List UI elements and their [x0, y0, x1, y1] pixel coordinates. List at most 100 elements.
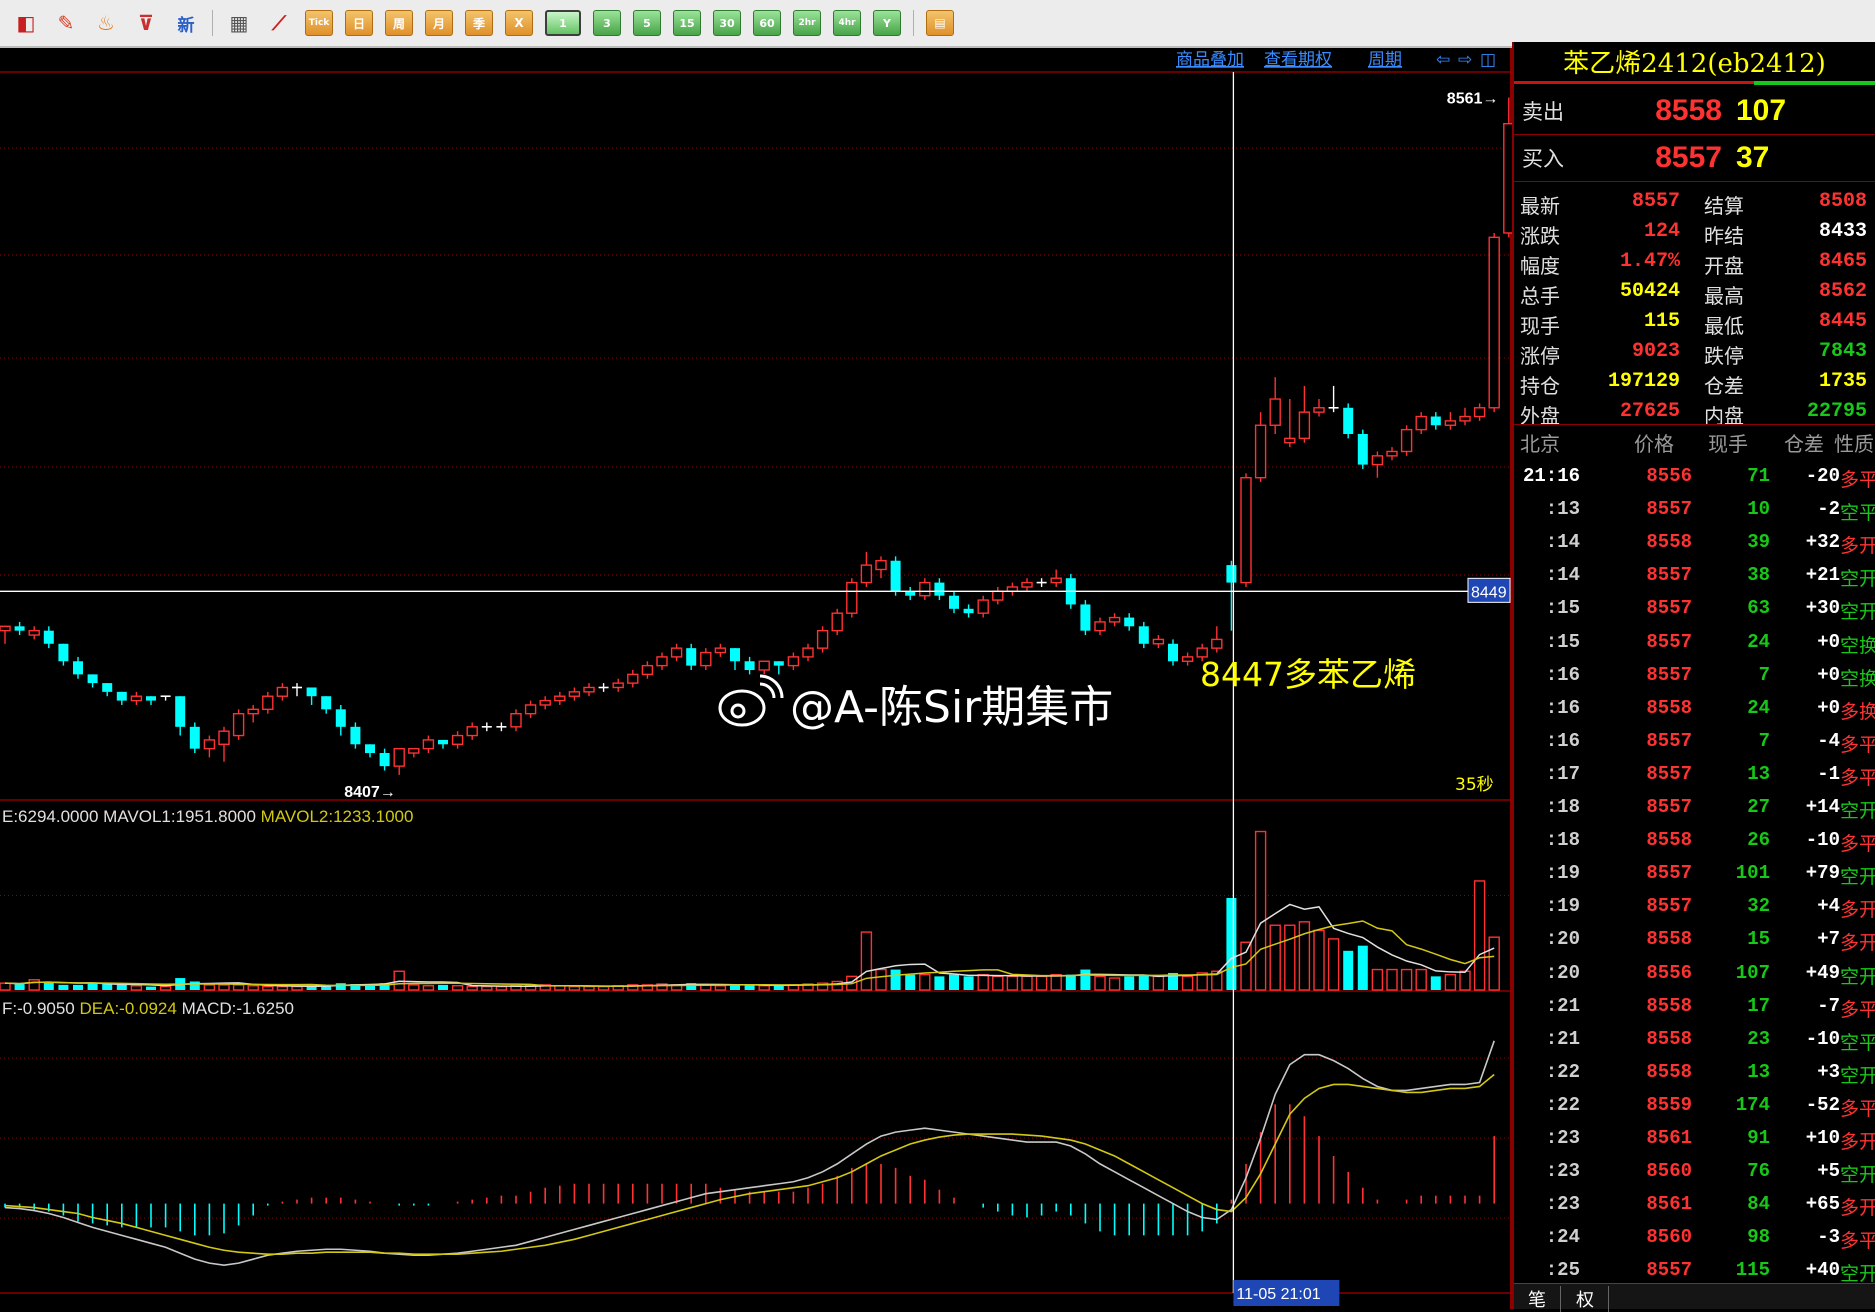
tick-oi-change: -4 [1817, 729, 1840, 752]
candle-body [1313, 407, 1325, 413]
arrow-right-icon[interactable]: ⇨ [1458, 50, 1472, 70]
volume-bar [14, 984, 25, 990]
trend-icon[interactable]: ⟋ [265, 9, 293, 37]
minute-button-3[interactable]: 3 [593, 10, 621, 36]
instrument-title[interactable]: 苯乙烯2412(eb2412) [1514, 42, 1875, 84]
stat-label: 总手 [1520, 284, 1560, 308]
candle-body [539, 699, 551, 706]
volume-bar [1035, 975, 1048, 991]
candle-body [335, 709, 346, 727]
candle-body [306, 687, 317, 697]
tick-row: :14 8558 39 +32 多开 [1514, 528, 1875, 561]
volume-bar [1050, 973, 1062, 991]
minute-button-60[interactable]: 60 [753, 10, 781, 36]
tick-row: :23 8561 91 +10 多开 [1514, 1124, 1875, 1157]
candle-body [1108, 616, 1121, 623]
tick-price: 8557 [1646, 498, 1692, 521]
tick-oi-change: +3 [1817, 1060, 1840, 1083]
candle-body [1181, 656, 1194, 662]
tick-row: :22 8558 13 +3 空开 [1514, 1058, 1875, 1091]
minute-button-4hr[interactable]: 4hr [833, 10, 861, 36]
tick-volume: 101 [1735, 862, 1770, 885]
candle-body [1386, 450, 1398, 457]
period-button-1[interactable]: 日 [345, 10, 373, 36]
period-button-0[interactable]: Tick [305, 10, 333, 36]
pencil-icon[interactable]: ✎ [52, 9, 80, 37]
volume-bar [1124, 976, 1135, 990]
arrow-left-icon[interactable]: ⇦ [1436, 50, 1450, 70]
minute-button-2hr[interactable]: 2hr [793, 10, 821, 36]
tick-price: 8556 [1646, 465, 1692, 487]
tick-price: 8557 [1646, 796, 1692, 818]
header-link-0[interactable]: 商品叠加 [1176, 50, 1244, 70]
period-button-5[interactable]: X [505, 10, 533, 36]
candle-body [1444, 420, 1457, 426]
tick-volume: 10 [1747, 498, 1770, 521]
volume-bar [408, 984, 420, 991]
ticks-header-oi: 仓差 [1784, 432, 1824, 456]
minute-button-1[interactable]: 1 [545, 10, 581, 36]
tick-volume: 84 [1747, 1193, 1770, 1216]
period-button-2[interactable]: 周 [385, 10, 413, 36]
stat-label: 最新 [1520, 194, 1560, 218]
annotation-text: 8447多苯乙烯 [1200, 655, 1416, 694]
panel-icon[interactable]: ◫ [1480, 50, 1496, 70]
tick-volume: 98 [1747, 1226, 1770, 1249]
tick-price: 8557 [1646, 729, 1692, 752]
minute-button-5[interactable]: 5 [633, 10, 661, 36]
candle-body [714, 647, 727, 654]
tick-row: :23 8561 84 +65 多开 [1514, 1190, 1875, 1223]
minute-button-30[interactable]: 30 [713, 10, 741, 36]
header-link-1[interactable]: 查看期权 [1264, 50, 1332, 70]
tick-time: :16 [1545, 663, 1580, 686]
candle-body [875, 560, 887, 571]
tick-price: 8560 [1646, 1226, 1692, 1249]
volume-bar [1240, 941, 1252, 991]
candle-body [262, 695, 274, 711]
tick-oi-change: +0 [1817, 696, 1840, 719]
header-link-2[interactable]: 周期 [1368, 50, 1402, 70]
tick-price: 8557 [1646, 762, 1692, 785]
window-icon[interactable]: ◧ [12, 9, 40, 37]
volume-bar [1094, 975, 1106, 991]
candle-body [1021, 581, 1033, 588]
tick-row: 21:16 8556 71 -20 多平 [1514, 462, 1875, 495]
ticks-header-price: 价格 [1634, 432, 1674, 456]
candle [846, 578, 858, 618]
tick-time: :13 [1545, 498, 1580, 521]
candle-body [905, 591, 916, 596]
ticks-header-type: 性质 [1834, 432, 1874, 456]
candle-body [583, 686, 595, 693]
candle-body [1357, 434, 1368, 465]
filter-icon[interactable]: ⊽ [132, 9, 160, 37]
minute-button-Y[interactable]: Y [873, 10, 901, 36]
stat-label: 开盘 [1704, 254, 1744, 278]
volume-bar [203, 984, 216, 991]
tab-trades[interactable]: 笔 [1514, 1286, 1561, 1312]
tab-rights[interactable]: 权 [1562, 1286, 1609, 1312]
tick-price: 8560 [1646, 1160, 1692, 1183]
candle-body [58, 643, 69, 662]
layout-icon[interactable]: ▤ [926, 10, 954, 36]
candle-body [321, 696, 332, 710]
period-button-3[interactable]: 月 [425, 10, 453, 36]
table-icon[interactable]: ▦ [225, 9, 253, 37]
candle-body [934, 582, 945, 596]
stat-label: 仓差 [1704, 374, 1744, 398]
volume-bar [949, 974, 959, 990]
buy-row: 买入 8557 37 [1514, 135, 1875, 181]
candle-body [1138, 626, 1149, 644]
candle-body [773, 661, 784, 666]
new-icon[interactable]: 新 [172, 9, 200, 37]
candle-body [1094, 621, 1106, 632]
candle-body [276, 686, 289, 697]
sell-row: 卖出 8558 107 [1514, 88, 1875, 134]
tick-row: :18 8558 26 -10 多平 [1514, 826, 1875, 859]
tick-type: 多开 [1840, 1131, 1875, 1153]
period-button-4[interactable]: 季 [465, 10, 493, 36]
sell-volume: 107 [1736, 94, 1787, 127]
minute-button-15[interactable]: 15 [673, 10, 701, 36]
volume-bar [773, 985, 784, 990]
bell-icon[interactable]: ♨ [92, 9, 120, 37]
candle-body [802, 647, 814, 658]
